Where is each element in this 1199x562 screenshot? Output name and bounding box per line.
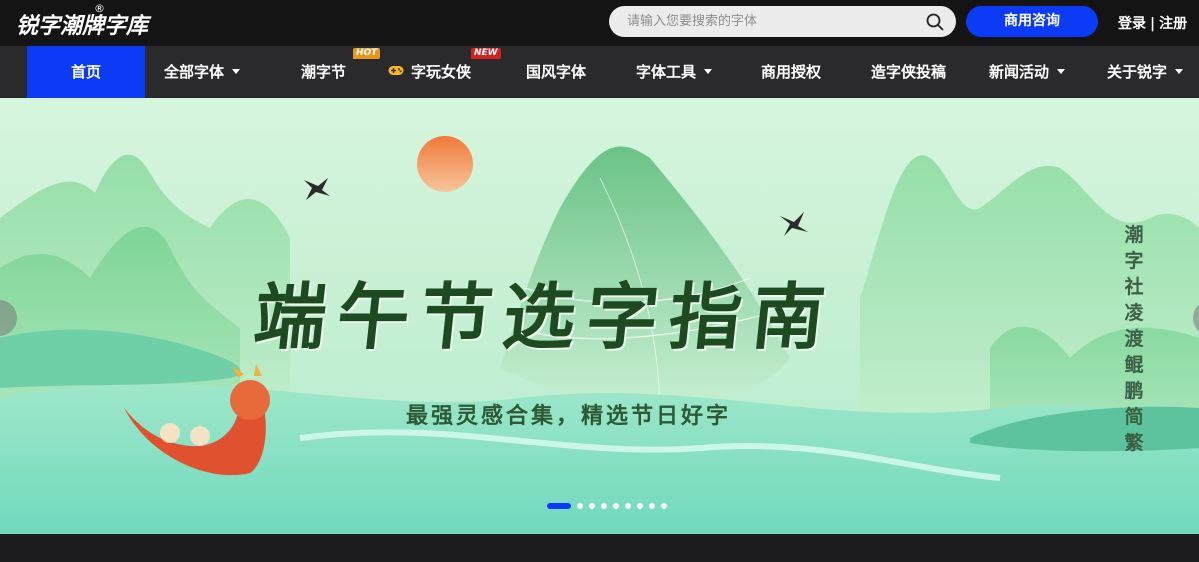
carousel-dot[interactable] [577, 503, 583, 509]
carousel-dot[interactable] [649, 503, 655, 509]
nav-item-commercial-license[interactable]: 商用授权 [761, 46, 821, 98]
auth-links: 登录 | 注册 [1118, 13, 1187, 33]
consult-button[interactable]: 商用咨询 [966, 6, 1098, 37]
nav-item-news[interactable]: 新闻活动 [989, 46, 1066, 98]
chevron-down-icon [1175, 69, 1184, 74]
rower-1 [160, 423, 180, 443]
nav-item-label: 造字侠投稿 [871, 63, 947, 81]
nav-item-guofeng-fonts[interactable]: 国风字体 [526, 46, 586, 98]
hot-badge: HOT [353, 48, 381, 59]
nav-item-font-tools[interactable]: 字体工具 [636, 46, 713, 98]
main-nav: 首页 全部字体 潮字节 HOT 字玩女侠 NEW 国风字体 字体工具 商用授权 … [0, 46, 1199, 98]
nav-item-label: 潮字节 [301, 63, 347, 81]
site-logo[interactable]: 锐字潮牌字库 [16, 8, 148, 40]
rower-2 [190, 426, 210, 446]
search-box [609, 6, 956, 37]
nav-item-label: 全部字体 [164, 63, 225, 81]
gamepad-icon [388, 66, 404, 75]
nav-item-label: 字体工具 [636, 63, 697, 81]
carousel-dot[interactable] [637, 503, 643, 509]
nav-item-label: 首页 [70, 63, 101, 81]
nav-item-submit-fonts[interactable]: 造字侠投稿 [871, 46, 946, 98]
sun-shape [417, 136, 473, 192]
swallow-left [304, 178, 330, 200]
dragon-head [230, 380, 270, 420]
nav-item-label: 新闻活动 [989, 63, 1050, 81]
carousel-dot[interactable] [613, 503, 619, 509]
nav-item-about[interactable]: 关于锐字 [1107, 46, 1184, 98]
login-link[interactable]: 登录 [1118, 16, 1146, 32]
banner-title: 端午节选字指南 [249, 274, 840, 359]
registered-mark: ® [94, 2, 105, 15]
auth-separator: | [1150, 16, 1156, 32]
nav-item-trend-fest[interactable]: 潮字节 [301, 46, 346, 98]
carousel-dot[interactable] [601, 503, 607, 509]
top-bar: 锐字潮牌字库 ® 商用咨询 登录|注册 [0, 0, 1199, 46]
page-content-strip [0, 534, 1199, 562]
search-input[interactable] [627, 13, 917, 30]
nav-item-label: 关于锐字 [1107, 63, 1168, 81]
nav-item-label: 商用授权 [761, 63, 822, 81]
nav-item-label: 字玩女侠 [411, 63, 472, 81]
nav-item-font-heroine[interactable]: 字玩女侠 [388, 46, 471, 98]
hero-banner[interactable]: 端午节选字指南 最强灵感合集，精选节日好字 潮字社凌渡鲲鹏简繁 [0, 98, 1199, 534]
banner-vertical-text: 潮字社凌渡鲲鹏简繁 [1124, 224, 1144, 454]
nav-item-all-fonts[interactable]: 全部字体 [164, 46, 241, 98]
swallow-right [780, 212, 808, 236]
register-link[interactable]: 注册 [1159, 16, 1187, 32]
chevron-down-icon [704, 69, 713, 74]
chevron-down-icon [232, 69, 241, 74]
banner-subtitle: 最强灵感合集，精选节日好字 [406, 403, 732, 429]
new-badge: NEW [471, 48, 501, 59]
chevron-down-icon [1057, 69, 1066, 74]
carousel-dot-active[interactable] [547, 503, 571, 509]
carousel-dot[interactable] [625, 503, 631, 509]
nav-item-label: 国风字体 [526, 63, 587, 81]
carousel-dot[interactable] [661, 503, 667, 509]
nav-item-home[interactable]: 首页 [27, 46, 145, 98]
carousel-dot[interactable] [589, 503, 595, 509]
search-icon[interactable] [926, 13, 944, 31]
